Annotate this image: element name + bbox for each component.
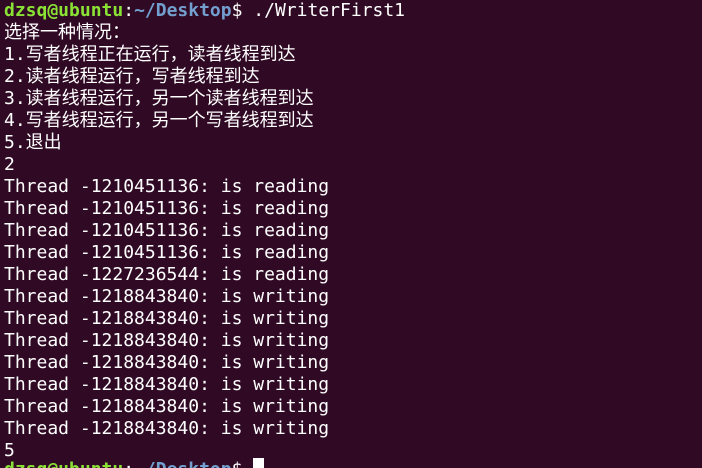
output-line-option-2: 2.读者线程运行，写者线程到达 xyxy=(4,66,260,87)
output-line-thread-log: Thread -1218843840: is writing xyxy=(4,352,330,373)
prompt-user-host: dzsq@ubuntu xyxy=(4,0,124,21)
output-line-option-3: 3.读者线程运行，另一个读者线程到达 xyxy=(4,88,314,109)
output-line-thread-log: Thread -1210451136: is reading xyxy=(4,176,330,197)
output-line-thread-log: Thread -1218843840: is writing xyxy=(4,330,330,351)
output-line-menu-title: 选择一种情况： xyxy=(4,22,130,43)
prompt-command: ./WriterFirst1 xyxy=(253,0,406,21)
prompt-user-host: dzsq@ubuntu xyxy=(4,459,123,468)
prompt-cwd: ~/Desktop xyxy=(134,0,232,21)
output-line-user-input: 2 xyxy=(4,154,15,175)
output-line-thread-log: Thread -1210451136: is reading xyxy=(4,198,330,219)
output-line-thread-log: Thread -1218843840: is writing xyxy=(4,286,330,307)
output-line-thread-log: Thread -1218843840: is writing xyxy=(4,396,330,417)
prompt-symbol: $ xyxy=(231,0,254,21)
text-cursor xyxy=(253,458,265,468)
prompt-symbol: $ xyxy=(232,459,254,468)
output-line-option-5: 5.退出 xyxy=(4,132,62,153)
prompt-separator: : xyxy=(123,459,134,468)
command-prompt-line-clipped: dzsq@ubuntu:~/Desktop$ xyxy=(4,458,265,468)
command-prompt-line: dzsq@ubuntu:~/Desktop$ ./WriterFirst1 xyxy=(4,0,702,22)
output-line-thread-log: Thread -1210451136: is reading xyxy=(4,242,330,263)
prompt-cwd: ~/Desktop xyxy=(134,459,232,468)
output-line-thread-log: Thread -1218843840: is writing xyxy=(4,418,330,439)
prompt-separator: : xyxy=(123,0,135,21)
output-line-option-1: 1.写者线程正在运行，读者线程到达 xyxy=(4,44,296,65)
output-line-thread-log: Thread -1218843840: is writing xyxy=(4,374,330,395)
output-line-thread-log: Thread -1218843840: is writing xyxy=(4,308,330,329)
terminal-window[interactable]: dzsq@ubuntu:~/Desktop$ ./WriterFirst1 选择… xyxy=(0,0,702,468)
output-line-thread-log: Thread -1210451136: is reading xyxy=(4,220,330,241)
output-line-option-4: 4.写者线程运行，另一个写者线程到达 xyxy=(4,110,314,131)
output-line-thread-log: Thread -1227236544: is reading xyxy=(4,264,330,285)
